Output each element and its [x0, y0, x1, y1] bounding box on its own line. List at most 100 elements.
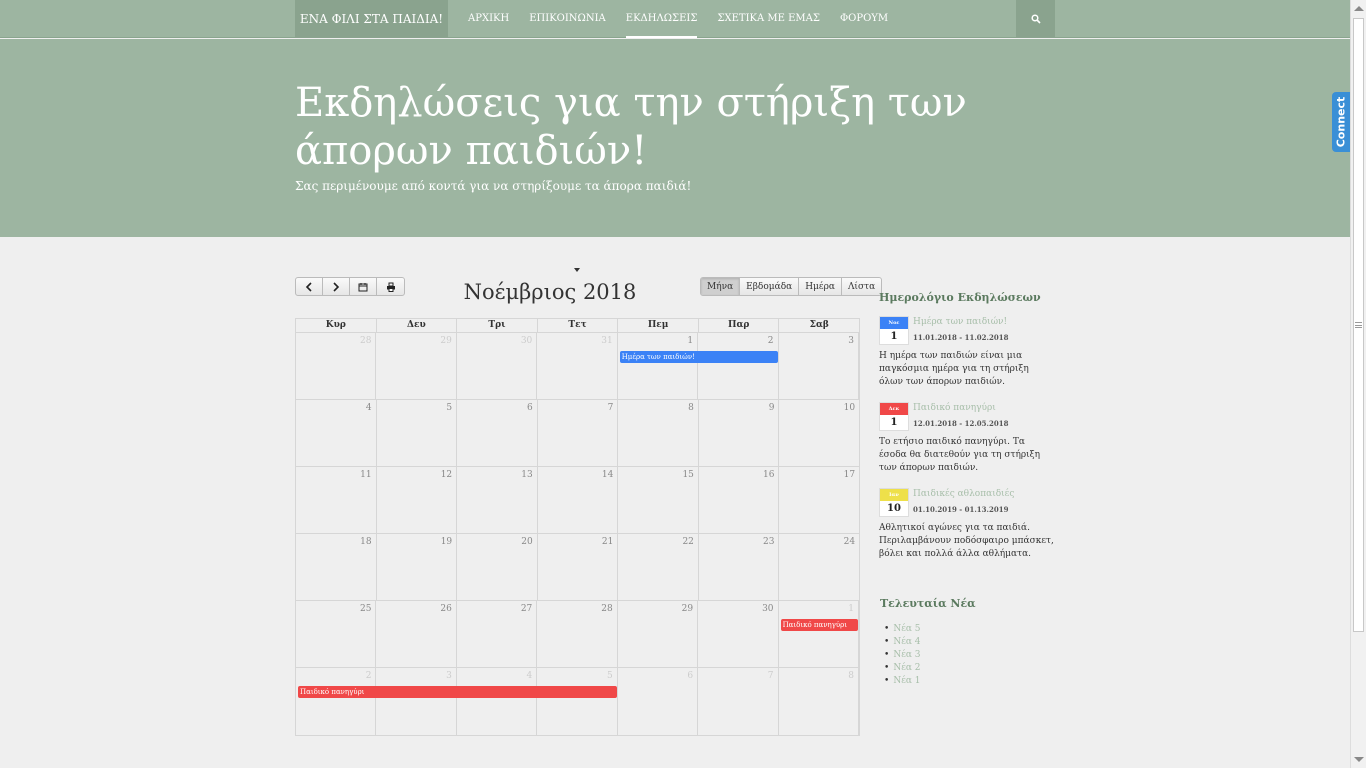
calendar-day-cell[interactable]: 4 — [457, 668, 538, 735]
event-title-link[interactable]: Παιδικό πανηγύρι — [913, 403, 996, 413]
search-icon — [1030, 14, 1041, 24]
day-number: 22 — [682, 537, 694, 547]
calendar-day-cell[interactable]: 18 — [296, 534, 377, 600]
calendar-day-cell[interactable]: 29 — [618, 601, 699, 667]
next-button[interactable] — [323, 278, 350, 295]
day-number: 2 — [767, 336, 774, 346]
nav-home[interactable]: ΑΡΧΙΚΗ — [458, 0, 519, 38]
calendar-day-cell[interactable]: 14 — [538, 467, 619, 533]
calendar-day-cell[interactable]: 8 — [618, 400, 699, 466]
calendar-day-cell[interactable]: 11 — [296, 467, 377, 533]
calendar-day-cell[interactable]: 22 — [618, 534, 699, 600]
calendar-icon — [358, 282, 368, 291]
view-list-button[interactable]: Λίστα — [842, 278, 881, 295]
calendar-day-cell[interactable]: 9 — [699, 400, 780, 466]
sidebar-event[interactable]: Δεκ 1 Παιδικό πανηγύρι 12.01.2018 - 12.0… — [879, 402, 1054, 482]
day-number: 14 — [601, 470, 614, 480]
calendar-day-cell[interactable]: 10 — [779, 400, 859, 466]
sidebar-event[interactable]: Νοε 1 Ημέρα των παιδιών! 11.01.2018 - 11… — [879, 316, 1054, 396]
calendar-day-cell[interactable]: 21 — [538, 534, 619, 600]
calendar-day-cell[interactable]: 19 — [377, 534, 458, 600]
calendar-event[interactable]: Παιδικό πανηγύρι — [298, 686, 617, 698]
view-month-button[interactable]: Μήνα — [701, 278, 741, 295]
event-title-link[interactable]: Παιδικές αθλοπαιδιές — [913, 489, 1014, 499]
day-number: 16 — [763, 470, 775, 480]
calendar-day-cell[interactable]: 25 — [296, 601, 377, 667]
caret-down-icon[interactable] — [574, 268, 580, 272]
calendar-day-cell[interactable]: 30 — [457, 333, 538, 399]
connect-tab[interactable]: Connect — [1332, 92, 1350, 152]
day-number: 8 — [688, 403, 694, 413]
event-title-link[interactable]: Ημέρα των παιδιών! — [913, 317, 1007, 327]
calendar-day-cell[interactable]: 7 — [538, 400, 619, 466]
news-link[interactable]: Νέα 3 — [884, 649, 920, 662]
calendar-week-row: 11 12 13 14 15 16 17 — [296, 467, 859, 534]
calendar-day-cell[interactable]: 6 — [618, 668, 699, 735]
nav-about[interactable]: ΣΧΕΤΙΚΑ ΜΕ ΕΜΑΣ — [707, 0, 830, 38]
main-nav: ΑΡΧΙΚΗ ΕΠΙΚΟΙΝΩΝΙΑ ΕΚΔΗΛΩΣΕΙΣ ΣΧΕΤΙΚΑ ΜΕ… — [458, 0, 898, 38]
prev-button[interactable] — [296, 278, 323, 295]
nav-forum[interactable]: ΦΟΡΟΥΜ — [830, 0, 898, 38]
nav-events[interactable]: ΕΚΔΗΛΩΣΕΙΣ — [616, 0, 708, 38]
calendar-day-cell[interactable]: 1 — [779, 601, 859, 667]
day-number: 7 — [767, 671, 774, 681]
calendar-day-cell[interactable]: 15 — [618, 467, 699, 533]
brand-logo[interactable]: ΕΝΑ ΦΙΛΙ ΣΤΑ ΠΑΙΔΙΑ! — [295, 0, 448, 38]
calendar-day-cell[interactable]: 28 — [537, 601, 618, 667]
calendar-body: 28 29 30 31 1 2 3 Ημέρα των παιδιών! 4 5 6 7 8 9 10 11 1… — [296, 333, 859, 735]
calendar-day-cell[interactable]: 4 — [296, 400, 377, 466]
calendar-day-cell[interactable]: 27 — [457, 601, 538, 667]
news-link[interactable]: Νέα 2 — [884, 662, 920, 675]
event-dates: 11.01.2018 - 11.02.2018 — [913, 333, 1009, 342]
calendar-day-cell[interactable]: 20 — [457, 534, 538, 600]
calendar-day-cell[interactable]: 5 — [377, 400, 458, 466]
calendar-day-cell[interactable]: 2 — [698, 333, 779, 399]
calendar-day-cell[interactable]: 3 — [779, 333, 859, 399]
calendar-day-cell[interactable]: 1 — [618, 333, 699, 399]
weekday-header: Κυρ Δευ Τρι Τετ Πεμ Παρ Σαβ — [296, 319, 859, 333]
calendar-day-cell[interactable]: 26 — [376, 601, 457, 667]
calendar-day-cell[interactable]: 28 — [296, 333, 377, 399]
view-week-button[interactable]: Εβδομάδα — [740, 278, 800, 295]
top-navbar: ΕΝΑ ΦΙΛΙ ΣΤΑ ΠΑΙΔΙΑ! ΑΡΧΙΚΗ ΕΠΙΚΟΙΝΩΝΙΑ … — [0, 0, 1350, 38]
calendar-day-cell[interactable]: 31 — [537, 333, 618, 399]
calendar-day-cell[interactable]: 29 — [376, 333, 457, 399]
calendar-day-cell[interactable]: 2 — [296, 668, 377, 735]
day-number: 18 — [360, 537, 372, 547]
scroll-up-icon[interactable] — [1354, 6, 1364, 11]
sidebar-event[interactable]: Ιαν 10 Παιδικές αθλοπαιδιές 01.10.2019 -… — [879, 488, 1054, 568]
scroll-down-icon[interactable] — [1354, 757, 1364, 762]
day-number: 27 — [520, 604, 533, 614]
calendar-day-cell[interactable]: 6 — [457, 400, 538, 466]
calendar-day-cell[interactable]: 7 — [698, 668, 779, 735]
nav-contact[interactable]: ΕΠΙΚΟΙΝΩΝΙΑ — [519, 0, 616, 38]
connect-label: Connect — [1334, 96, 1348, 148]
calendar-day-cell[interactable]: 8 — [779, 668, 859, 735]
today-button[interactable] — [350, 278, 377, 295]
print-button[interactable] — [377, 278, 404, 295]
news-link[interactable]: Νέα 4 — [884, 636, 920, 649]
day-number: 20 — [521, 537, 533, 547]
calendar-day-cell[interactable]: 16 — [699, 467, 780, 533]
calendar-day-cell[interactable]: 13 — [457, 467, 538, 533]
page-scrollbar[interactable] — [1350, 0, 1366, 768]
calendar-day-cell[interactable]: 5 — [537, 668, 618, 735]
calendar-event[interactable]: Ημέρα των παιδιών! — [619, 351, 778, 363]
view-day-button[interactable]: Ημέρα — [799, 278, 842, 295]
calendar-day-cell[interactable]: 12 — [377, 467, 458, 533]
calendar-event[interactable]: Παιδικό πανηγύρι — [780, 619, 858, 631]
news-link[interactable]: Νέα 5 — [884, 623, 920, 636]
day-number: 9 — [768, 403, 775, 413]
calendar-day-cell[interactable]: 24 — [779, 534, 859, 600]
news-link[interactable]: Νέα 1 — [884, 675, 920, 688]
calendar-day-cell[interactable]: 30 — [698, 601, 779, 667]
news-list: Νέα 5 Νέα 4 Νέα 3 Νέα 2 Νέα 1 — [884, 623, 920, 688]
day-number: 1 — [848, 604, 854, 614]
calendar-day-cell[interactable]: 23 — [699, 534, 780, 600]
news-sidebar-title: Τελευταία Νέα — [880, 597, 976, 610]
calendar-day-cell[interactable]: 17 — [779, 467, 859, 533]
calendar-day-cell[interactable]: 3 — [376, 668, 457, 735]
search-button[interactable] — [1016, 0, 1055, 38]
weekday-label: Τρι — [457, 319, 538, 332]
day-number: 1 — [687, 336, 694, 346]
